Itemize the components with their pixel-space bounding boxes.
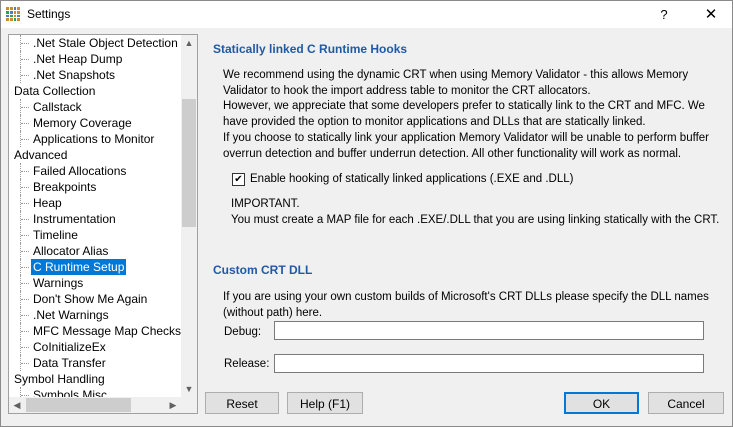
tree-item[interactable]: Failed Allocations <box>9 163 181 179</box>
tree-item-label: CoInitializeEx <box>33 340 106 354</box>
scrollbar-corner <box>181 397 197 413</box>
debug-dll-input[interactable] <box>274 321 704 340</box>
settings-tree[interactable]: .Net Stale Object Detection .Net Heap Dum… <box>8 34 198 414</box>
release-dll-input[interactable] <box>274 354 704 373</box>
tree-item-label: MFC Message Map Checks <box>33 324 181 338</box>
tree-item-label: Symbols Misc <box>33 388 108 397</box>
tree-item[interactable]: .Net Snapshots <box>9 67 181 83</box>
tree-item[interactable]: C Runtime Setup <box>9 259 181 275</box>
tree-item[interactable]: Callstack <box>9 99 181 115</box>
tree-item[interactable]: Data Collection <box>9 83 181 99</box>
important-heading: IMPORTANT. <box>231 198 300 210</box>
tree-item[interactable]: Timeline <box>9 227 181 243</box>
tree-item[interactable]: Warnings <box>9 275 181 291</box>
tree-item[interactable]: Instrumentation <box>9 211 181 227</box>
release-label: Release: <box>224 358 270 370</box>
reset-button[interactable]: Reset <box>205 392 279 414</box>
tree-item[interactable]: CoInitializeEx <box>9 339 181 355</box>
tree-item-label: Symbol Handling <box>14 372 105 386</box>
tree-item-label: Warnings <box>33 276 84 290</box>
app-icon <box>6 7 20 21</box>
scroll-right-arrow-icon[interactable]: ▶ <box>165 397 181 413</box>
tree-item[interactable]: Don't Show Me Again <box>9 291 181 307</box>
tree-item-label: Callstack <box>33 100 82 114</box>
hooks-paragraph-3: If you choose to statically link your ap… <box>223 132 710 160</box>
vertical-scroll-thumb[interactable] <box>182 99 196 227</box>
debug-label: Debug: <box>224 326 262 338</box>
tree-item-label: .Net Stale Object Detection <box>33 36 178 50</box>
tree-horizontal-scrollbar[interactable]: ◀ ▶ <box>9 397 181 413</box>
window-title: Settings <box>27 7 71 21</box>
custom-crt-description: If you are using your own custom builds … <box>223 291 709 319</box>
hooks-paragraph-1: We recommend using the dynamic CRT when … <box>223 69 689 97</box>
tree-item-label: C Runtime Setup <box>31 259 127 275</box>
static-hooking-checkbox[interactable]: ✔ <box>232 173 245 186</box>
tree-item[interactable]: .Net Stale Object Detection <box>9 35 181 51</box>
tree-item[interactable]: Allocator Alias <box>9 243 181 259</box>
cancel-button[interactable]: Cancel <box>648 392 724 414</box>
close-button[interactable]: ✕ <box>695 1 727 28</box>
tree-item[interactable]: Breakpoints <box>9 179 181 195</box>
tree-item-label: Timeline <box>33 228 78 242</box>
static-hooking-checkbox-label[interactable]: Enable hooking of statically linked appl… <box>250 173 573 185</box>
hooks-paragraph-2: However, we appreciate that some develop… <box>223 100 705 128</box>
tree-item-label: .Net Heap Dump <box>33 52 123 66</box>
important-text: You must create a MAP file for each .EXE… <box>231 214 720 226</box>
scroll-left-arrow-icon[interactable]: ◀ <box>9 397 25 413</box>
scroll-down-arrow-icon[interactable]: ▼ <box>181 381 197 397</box>
tree-item-label: Data Collection <box>14 84 96 98</box>
tree-item-label: Memory Coverage <box>33 116 132 130</box>
tree-item-label: Applications to Monitor <box>33 132 155 146</box>
tree-item[interactable]: Heap <box>9 195 181 211</box>
tree-item-label: Instrumentation <box>33 212 116 226</box>
tree-item-label: .Net Snapshots <box>33 68 116 82</box>
tree-item-label: Failed Allocations <box>33 164 127 178</box>
tree-item[interactable]: Symbols Misc <box>9 387 181 397</box>
tree-item[interactable]: Memory Coverage <box>9 115 181 131</box>
tree-item-label: Allocator Alias <box>33 244 109 258</box>
scroll-up-arrow-icon[interactable]: ▲ <box>181 35 197 51</box>
settings-window: Settings ? ✕ .Net Stale Object Detection… <box>0 0 733 427</box>
horizontal-scroll-thumb[interactable] <box>26 398 131 412</box>
tree-item[interactable]: Applications to Monitor <box>9 131 181 147</box>
checkmark-icon: ✔ <box>234 174 243 185</box>
ok-button[interactable]: OK <box>564 392 639 414</box>
tree-item[interactable]: .Net Warnings <box>9 307 181 323</box>
tree-item-label: Advanced <box>14 148 68 162</box>
title-bar: Settings ? ✕ <box>1 1 732 28</box>
tree-item[interactable]: Advanced <box>9 147 181 163</box>
tree-item[interactable]: .Net Heap Dump <box>9 51 181 67</box>
tree-vertical-scrollbar[interactable]: ▲ ▼ <box>181 35 197 397</box>
tree-item[interactable]: Data Transfer <box>9 355 181 371</box>
tree-item[interactable]: MFC Message Map Checks <box>9 323 181 339</box>
tree-item-label: Don't Show Me Again <box>33 292 148 306</box>
help-title-button[interactable]: ? <box>649 1 679 28</box>
tree-item-label: Breakpoints <box>33 180 97 194</box>
tree-items: .Net Stale Object Detection .Net Heap Dum… <box>9 35 181 397</box>
tree-item-label: Data Transfer <box>33 356 106 370</box>
tree-item[interactable]: Symbol Handling <box>9 371 181 387</box>
help-button[interactable]: Help (F1) <box>287 392 363 414</box>
tree-item-label: .Net Warnings <box>33 308 109 322</box>
tree-item-label: Heap <box>33 196 62 210</box>
custom-crt-section-title: Custom CRT DLL <box>213 263 313 277</box>
hooks-section-title: Statically linked C Runtime Hooks <box>213 42 408 56</box>
